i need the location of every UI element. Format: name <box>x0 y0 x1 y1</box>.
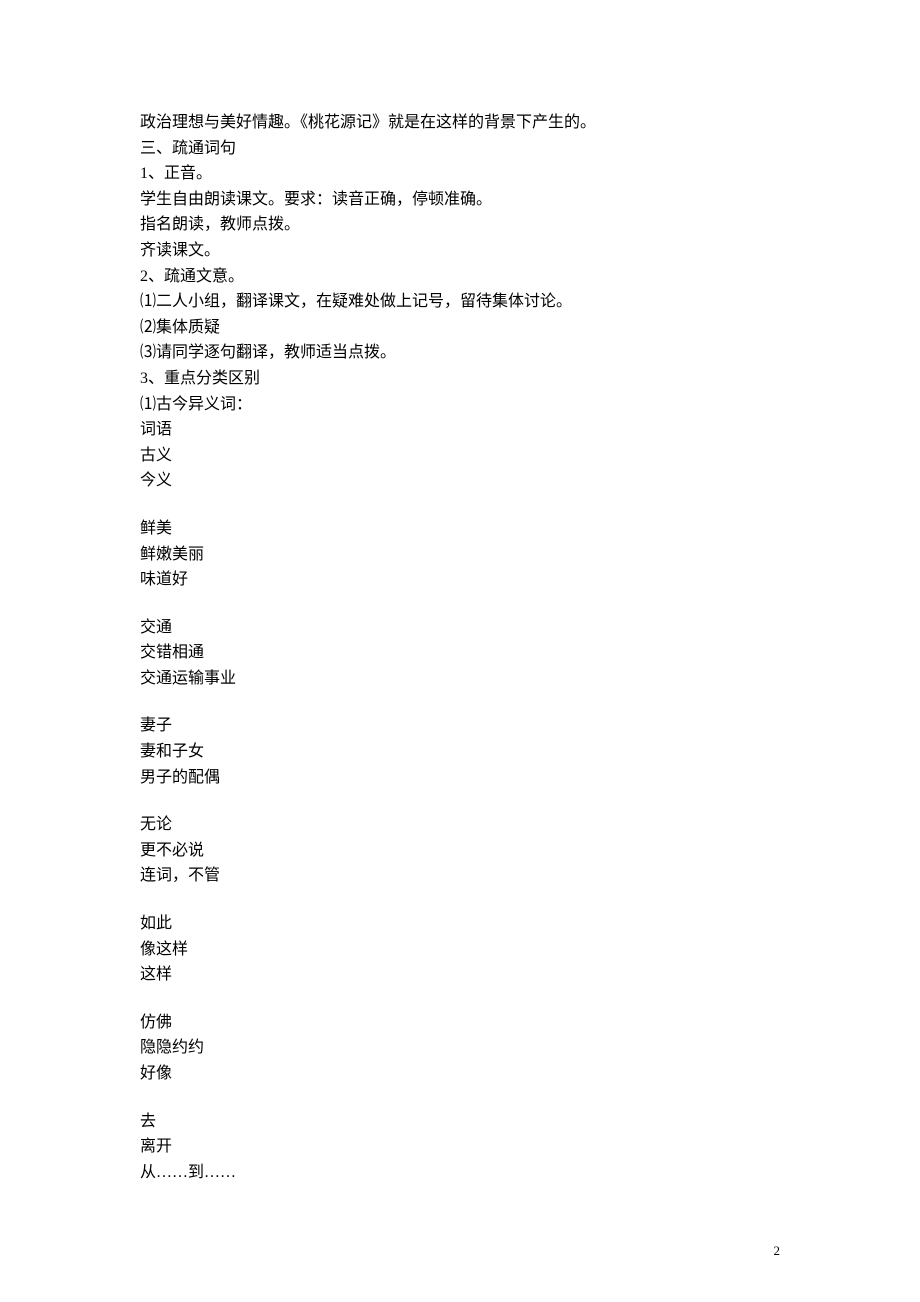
section-heading: 三、疏通词句 <box>140 136 780 162</box>
ancient-meaning: 像这样 <box>140 937 780 963</box>
page-number: 2 <box>774 1241 781 1262</box>
body-line: 学生自由朗读课文。要求：读音正确，停顿准确。 <box>140 187 780 213</box>
glossary-entry: 鲜美 鲜嫩美丽 味道好 <box>140 516 780 593</box>
term: 无论 <box>140 812 780 838</box>
term: 妻子 <box>140 713 780 739</box>
body-line: ⑴二人小组，翻译课文，在疑难处做上记号，留待集体讨论。 <box>140 289 780 315</box>
body-line: ⑶请同学逐句翻译，教师适当点拨。 <box>140 340 780 366</box>
term: 去 <box>140 1109 780 1135</box>
body-line: 齐读课文。 <box>140 238 780 264</box>
body-line: 3、重点分类区别 <box>140 366 780 392</box>
body-line: 词语 <box>140 417 780 443</box>
body-line: 指名朗读，教师点拨。 <box>140 212 780 238</box>
glossary-entry: 仿佛 隐隐约约 好像 <box>140 1010 780 1087</box>
ancient-meaning: 隐隐约约 <box>140 1035 780 1061</box>
document-page: 政治理想与美好情趣。《桃花源记》就是在这样的背景下产生的。 三、疏通词句 1、正… <box>0 0 920 1225</box>
body-line: 1、正音。 <box>140 161 780 187</box>
modern-meaning: 这样 <box>140 962 780 988</box>
modern-meaning: 连词，不管 <box>140 863 780 889</box>
modern-meaning: 从……到…… <box>140 1160 780 1186</box>
term: 如此 <box>140 911 780 937</box>
modern-meaning: 好像 <box>140 1061 780 1087</box>
ancient-meaning: 鲜嫩美丽 <box>140 542 780 568</box>
ancient-meaning: 交错相通 <box>140 640 780 666</box>
term: 鲜美 <box>140 516 780 542</box>
ancient-meaning: 妻和子女 <box>140 739 780 765</box>
glossary-entry: 交通 交错相通 交通运输事业 <box>140 615 780 692</box>
ancient-meaning: 离开 <box>140 1134 780 1160</box>
body-line: 2、疏通文意。 <box>140 264 780 290</box>
modern-meaning: 男子的配偶 <box>140 765 780 791</box>
glossary-entry: 去 离开 从……到…… <box>140 1109 780 1186</box>
body-line: 今义 <box>140 468 780 494</box>
term: 交通 <box>140 615 780 641</box>
body-line: ⑴古今异义词： <box>140 392 780 418</box>
term: 仿佛 <box>140 1010 780 1036</box>
modern-meaning: 交通运输事业 <box>140 666 780 692</box>
glossary-entry: 如此 像这样 这样 <box>140 911 780 988</box>
body-line: 政治理想与美好情趣。《桃花源记》就是在这样的背景下产生的。 <box>140 110 780 136</box>
body-line: ⑵集体质疑 <box>140 315 780 341</box>
glossary-entry: 妻子 妻和子女 男子的配偶 <box>140 713 780 790</box>
glossary-entry: 无论 更不必说 连词，不管 <box>140 812 780 889</box>
body-line: 古义 <box>140 443 780 469</box>
ancient-meaning: 更不必说 <box>140 838 780 864</box>
modern-meaning: 味道好 <box>140 567 780 593</box>
